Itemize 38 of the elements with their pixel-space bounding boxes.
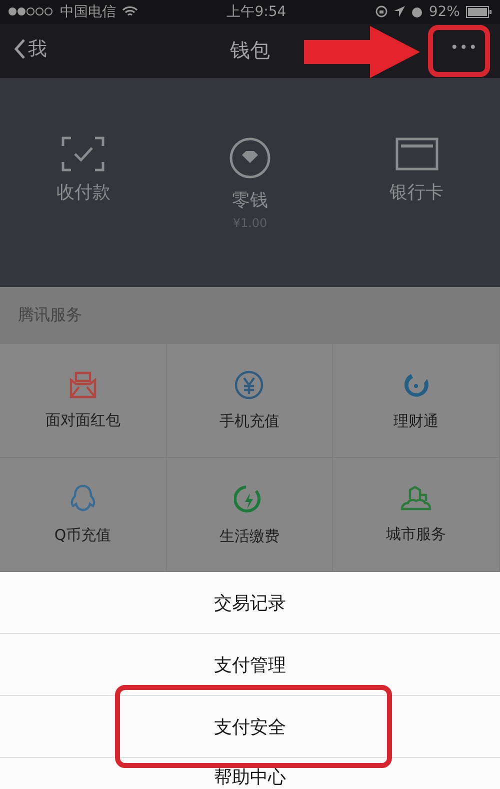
battery-percent: 92% xyxy=(428,4,460,20)
service-tile[interactable]: 面对面红包 xyxy=(0,344,167,458)
section-title: 腾讯服务 xyxy=(18,305,82,326)
yen-icon xyxy=(234,370,264,400)
wifi-icon xyxy=(122,6,138,18)
location-icon xyxy=(394,6,405,18)
service-label: Q币充值 xyxy=(54,526,112,545)
service-label: 城市服务 xyxy=(386,525,446,544)
menu-item[interactable]: 交易记录 xyxy=(214,590,286,614)
penguin-icon xyxy=(68,484,97,514)
service-label: 理财通 xyxy=(394,412,439,431)
service-tile[interactable]: 理财通 xyxy=(333,344,500,458)
page-title: 钱包 xyxy=(230,37,270,64)
scan-icon xyxy=(61,136,106,172)
wallet-label[interactable]: 收付款 xyxy=(56,180,110,204)
signal-icon xyxy=(8,7,54,16)
back-button[interactable]: 我 xyxy=(14,36,47,62)
service-label: 手机充值 xyxy=(219,412,280,431)
chevron-left-icon xyxy=(14,38,26,60)
service-label: 生活缴费 xyxy=(219,527,280,546)
rotation-lock-icon xyxy=(374,5,388,18)
menu-item[interactable]: 支付管理 xyxy=(214,652,286,676)
wallet-label[interactable]: 银行卡 xyxy=(390,180,444,204)
menu-item[interactable]: 支付安全 xyxy=(214,714,286,738)
card-icon xyxy=(394,136,439,172)
envelope-icon xyxy=(68,371,97,399)
wallet-label[interactable]: 零钱 xyxy=(232,188,268,212)
menu-item[interactable]: 帮助中心 xyxy=(214,765,286,789)
more-button[interactable]: ••• xyxy=(446,36,482,60)
city-icon xyxy=(400,485,432,513)
status-time: 上午9:54 xyxy=(226,2,286,21)
carrier-name: 中国电信 xyxy=(60,2,116,21)
coin-icon xyxy=(228,136,272,180)
back-label: 我 xyxy=(28,36,47,62)
service-label: 面对面红包 xyxy=(45,411,120,430)
battery-icon xyxy=(466,6,492,18)
service-tile[interactable]: 手机充值 xyxy=(166,344,334,458)
alarm-icon xyxy=(410,6,423,18)
